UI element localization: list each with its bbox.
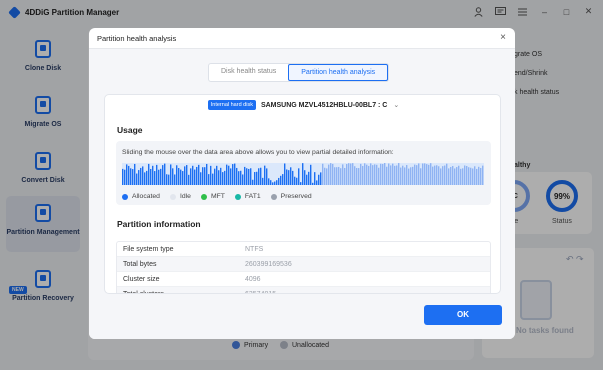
dialog-title: Partition health analysis [97,34,177,43]
legend-label: Idle [179,193,191,200]
legend-idle: Idle [169,193,191,200]
usage-title: Usage [117,125,143,135]
allocated-dot-icon [122,193,128,200]
row-value: NTFS [245,245,264,253]
usage-bar[interactable] [122,163,484,185]
table-row: Cluster size 4096 [117,272,490,287]
row-key: File system type [123,245,174,253]
partition-info-table: File system type NTFS Total bytes 26039916… [116,241,491,294]
row-key: Cluster size [123,275,160,283]
legend-fat1: FAT1 [234,193,261,200]
usage-legend: Allocated Idle MFT FAT1 Preserved [122,193,312,200]
legend-label: FAT1 [244,193,261,200]
preserved-dot-icon [270,193,277,200]
legend-label: MFT [210,193,225,200]
legend-label: Allocated [132,193,160,200]
ok-button[interactable]: OK [424,305,502,325]
table-row: Total clusters 63574015 [117,287,490,294]
legend-preserved: Preserved [270,193,312,200]
analysis-card: Internal hard disk SAMSUNG MZVL4512HBLU-… [104,94,501,294]
tab-partition-health-analysis[interactable]: Partition health analysis [288,64,389,81]
legend-label: Preserved [280,193,312,200]
row-key: Total bytes [123,260,157,268]
row-value: 260399169536 [245,260,292,268]
chevron-down-icon[interactable]: ⌄ [393,101,399,109]
usage-hint: Sliding the mouse over the data area abo… [122,149,394,156]
disk-selector[interactable]: Internal hard disk SAMSUNG MZVL4512HBLU-… [105,95,500,115]
legend-mft: MFT [200,193,225,200]
table-row: File system type NTFS [117,242,490,257]
legend-allocated: Allocated [122,193,160,200]
disk-type-tag: Internal hard disk [207,100,256,110]
row-key: Total clusters [123,290,164,294]
usage-box: Sliding the mouse over the data area abo… [116,141,491,205]
close-icon[interactable]: × [497,32,509,44]
partition-health-dialog: Partition health analysis × Disk health … [89,28,515,339]
row-value: 63574015 [245,290,277,294]
fat1-dot-icon [234,193,241,200]
table-row: Total bytes 260399169536 [117,257,490,272]
tab-disk-health-status[interactable]: Disk health status [209,64,288,81]
disk-name: SAMSUNG MZVL4512HBLU-00BL7 : C [260,101,388,109]
row-value: 4096 [245,275,261,283]
idle-dot-icon [169,193,176,200]
tab-bar: Disk health status Partition health anal… [208,63,390,82]
mft-dot-icon [200,193,207,200]
partition-info-title: Partition information [117,219,201,229]
